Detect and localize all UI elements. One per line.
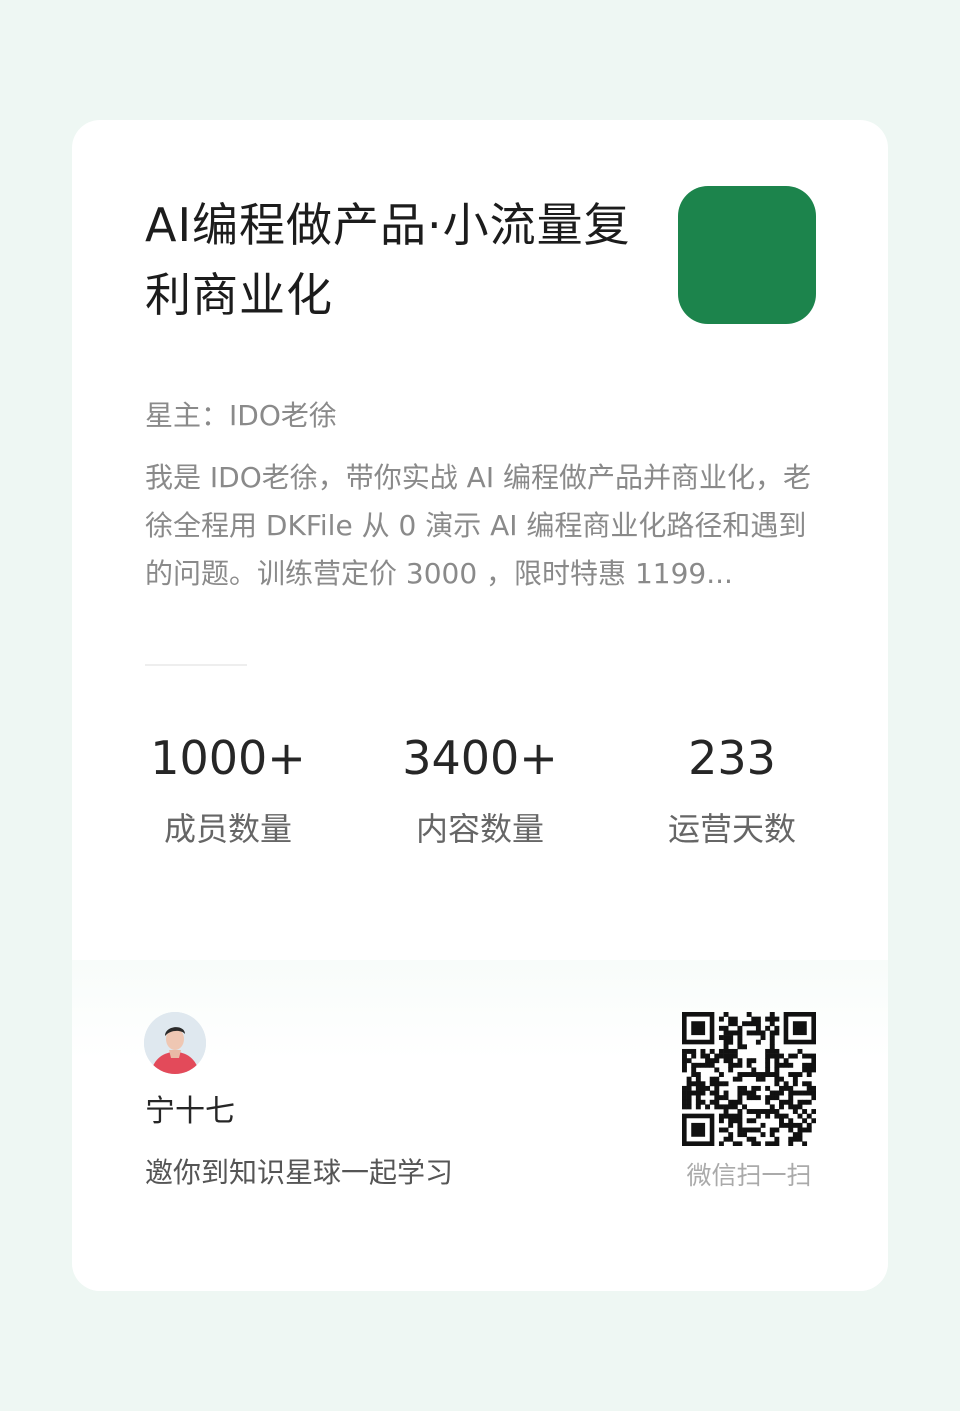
stats-row: 1000+ 成员数量 3400+ 内容数量 233 运营天数 xyxy=(102,720,858,860)
stat-value: 1000+ xyxy=(150,731,306,785)
scan-label: 微信扫一扫 xyxy=(686,1161,812,1190)
avatar-portrait xyxy=(144,1012,206,1074)
planet-cover-image xyxy=(678,186,816,324)
invite-footer: 宁十七 邀你到知识星球一起学习 微信扫一扫 xyxy=(72,960,888,1291)
invite-text: 邀你到知识星球一起学习 xyxy=(145,1156,454,1189)
divider xyxy=(145,664,247,666)
stat-members: 1000+ 成员数量 xyxy=(102,720,354,862)
stat-days: 233 运营天数 xyxy=(606,720,858,862)
avatar xyxy=(144,1012,206,1074)
stat-contents: 3400+ 内容数量 xyxy=(354,720,606,862)
stat-value: 3400+ xyxy=(402,731,558,785)
stat-label: 成员数量 xyxy=(163,810,292,848)
inviter-name: 宁十七 xyxy=(145,1094,235,1129)
qr-code[interactable] xyxy=(682,1012,816,1146)
planet-title: AI编程做产品·小流量复利商业化 xyxy=(145,198,631,322)
stat-value: 233 xyxy=(688,731,776,785)
stat-label: 内容数量 xyxy=(415,810,544,848)
stat-label: 运营天数 xyxy=(667,810,796,848)
planet-description: 我是 IDO老徐，带你实战 AI 编程做产品并商业化，老徐全程用 DKFile … xyxy=(145,461,811,590)
planet-invite-card: AI编程做产品·小流量复利商业化 星主：IDO老徐 我是 IDO老徐，带你实战 … xyxy=(72,120,888,1291)
planet-owner: 星主：IDO老徐 xyxy=(145,399,337,432)
